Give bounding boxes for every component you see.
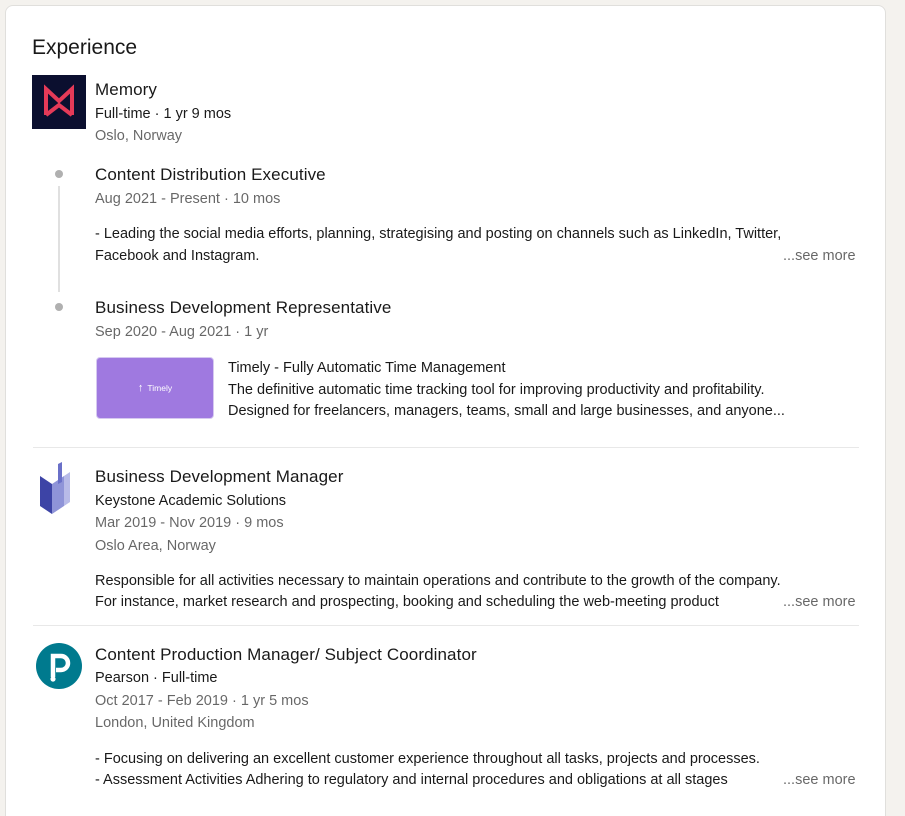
memory-location: Oslo, Norway xyxy=(95,128,183,144)
keystone-description-line: Responsible for all activities necessary… xyxy=(95,573,781,589)
media-description-line: Designed for freelancers, managers, team… xyxy=(228,403,785,419)
pearson-logo[interactable] xyxy=(36,643,82,689)
divider xyxy=(33,625,859,626)
divider xyxy=(33,447,859,448)
role-description-line: Facebook and Instagram. xyxy=(95,248,260,264)
pearson-description-line: - Assessment Activities Adhering to regu… xyxy=(95,772,728,788)
timeline-dot xyxy=(55,170,63,178)
keystone-description-line: For instance, market research and prospe… xyxy=(95,594,719,610)
media-thumb-label: Timely xyxy=(147,383,173,393)
keystone-company-name[interactable]: Keystone Academic Solutions xyxy=(95,493,286,509)
media-description-line: The definitive automatic time tracking t… xyxy=(228,382,765,398)
see-more-button[interactable]: ...see more xyxy=(779,248,856,264)
experience-card: Experience Memory Full-time · 1 yr 9 mos… xyxy=(5,5,886,816)
role-title: Business Development Representative xyxy=(95,298,392,317)
pearson-company-name[interactable]: Pearson · Full-time xyxy=(95,670,217,686)
keystone-dates: Mar 2019 - Nov 2019 · 9 mos xyxy=(95,515,284,531)
see-more-button[interactable]: ...see more xyxy=(779,772,856,788)
keystone-role-title: Business Development Manager xyxy=(95,467,344,486)
memory-logo[interactable] xyxy=(32,75,86,129)
role-description-line: - Leading the social media efforts, plan… xyxy=(95,226,782,242)
memory-company-name[interactable]: Memory xyxy=(95,80,157,100)
media-title[interactable]: Timely - Fully Automatic Time Management xyxy=(228,360,505,376)
pearson-description-line: - Focusing on delivering an excellent cu… xyxy=(95,751,760,767)
role-dates: Sep 2020 - Aug 2021 · 1 yr xyxy=(95,324,269,340)
role-title: Content Distribution Executive xyxy=(95,165,326,184)
section-title: Experience xyxy=(32,36,138,59)
role-dates: Aug 2021 - Present · 10 mos xyxy=(95,191,281,207)
timeline-line xyxy=(58,186,60,292)
pearson-dates: Oct 2017 - Feb 2019 · 1 yr 5 mos xyxy=(95,693,309,709)
pearson-role-title: Content Production Manager/ Subject Coor… xyxy=(95,645,477,664)
keystone-logo[interactable] xyxy=(32,458,86,516)
timeline-dot xyxy=(55,303,63,311)
memory-meta: Full-time · 1 yr 9 mos xyxy=(95,106,232,122)
keystone-location: Oslo Area, Norway xyxy=(95,538,216,554)
arrow-up-icon: ↑ xyxy=(137,382,144,394)
pearson-location: London, United Kingdom xyxy=(95,715,255,731)
see-more-button[interactable]: ...see more xyxy=(779,594,856,610)
media-thumbnail[interactable]: ↑ Timely xyxy=(96,357,214,419)
